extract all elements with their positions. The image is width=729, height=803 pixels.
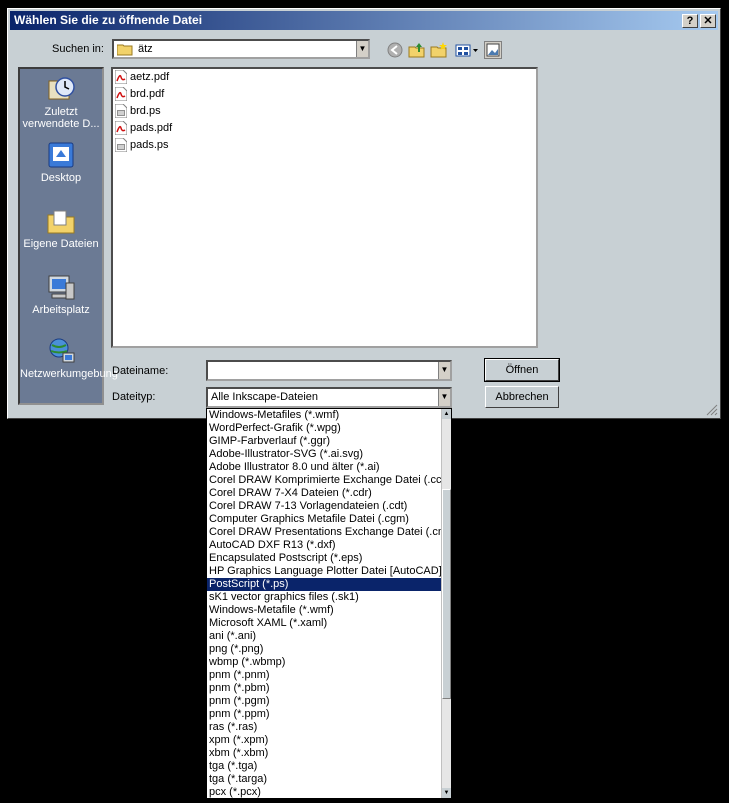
list-item[interactable]: pads.ps [114,137,169,153]
filetype-option[interactable]: Adobe Illustrator 8.0 und älter (*.ai) [207,461,441,474]
scroll-up-icon[interactable]: ▲ [442,409,451,419]
filetype-option[interactable]: Corel DRAW 7-13 Vorlagendateien (.cdt) [207,500,441,513]
chevron-down-icon[interactable]: ▼ [356,41,368,57]
filetype-option[interactable]: xpm (*.xpm) [207,734,441,747]
filetype-option[interactable]: wbmp (*.wbmp) [207,656,441,669]
place-label: Zuletzt verwendete D... [22,106,100,130]
filetype-option[interactable]: Windows-Metafiles (*.wmf) [207,409,441,422]
file-name: pads.ps [130,139,169,151]
dropdown-scrollbar[interactable]: ▲ ▼ [441,409,451,798]
pdf-icon [114,86,128,102]
filetype-option[interactable]: pnm (*.pgm) [207,695,441,708]
chevron-down-icon[interactable]: ▼ [438,362,450,379]
filetype-option[interactable]: PostScript (*.ps) [207,578,441,591]
filetype-option[interactable]: AutoCAD DXF R13 (*.dxf) [207,539,441,552]
list-item[interactable]: pads.pdf [114,120,173,136]
pdf-icon [114,120,128,136]
file-name: brd.ps [130,105,161,117]
filetype-option[interactable]: WordPerfect-Grafik (*.wpg) [207,422,441,435]
lookin-label: Suchen in: [52,43,104,55]
close-button[interactable]: ✕ [700,14,716,28]
file-name: aetz.pdf [130,71,170,83]
filetype-option[interactable]: png (*.png) [207,643,441,656]
filetype-value: Alle Inkscape-Dateien [211,391,319,403]
list-item[interactable]: aetz.pdf [114,69,170,85]
file-name: brd.pdf [130,88,165,100]
recent-icon [46,75,76,103]
filetype-option[interactable]: Corel DRAW Presentations Exchange Datei … [207,526,441,539]
places-bar: Zuletzt verwendete D... Desktop Eigene D… [18,67,118,405]
filetype-label: Dateityp: [112,391,156,403]
filetype-option[interactable]: Windows-Metafile (*.wmf) [207,604,441,617]
network-icon [46,337,76,365]
filename-combo[interactable]: ▼ [206,360,452,381]
filetype-option[interactable]: Corel DRAW Komprimierte Exchange Datei (… [207,474,441,487]
place-label: Eigene Dateien [23,238,99,250]
ps-icon [114,137,128,153]
filetype-option[interactable]: GIMP-Farbverlauf (*.ggr) [207,435,441,448]
title-bar: Wählen Sie die zu öffnende Datei ? ✕ [10,11,718,30]
filetype-option[interactable]: Encapsulated Postscript (*.eps) [207,552,441,565]
filetype-option[interactable]: xbm (*.xbm) [207,747,441,760]
pdf-icon [114,69,128,85]
filetype-option[interactable]: tga (*.tga) [207,760,441,773]
file-list[interactable]: aetz.pdf brd.pdf brd.ps pads.pdf pads.ps [111,67,538,348]
filetype-option[interactable]: sK1 vector graphics files (.sk1) [207,591,441,604]
filename-label: Dateiname: [112,365,169,377]
place-network[interactable]: Netzwerkumgebung [20,337,118,380]
file-open-dialog: Wählen Sie die zu öffnende Datei ? ✕ Suc… [7,8,721,419]
help-button[interactable]: ? [682,14,698,28]
lookin-value: ätz [138,43,153,55]
filetype-option[interactable]: pnm (*.pbm) [207,682,441,695]
place-my-documents[interactable]: Eigene Dateien [20,207,102,250]
list-item[interactable]: brd.ps [114,103,161,119]
scroll-down-icon[interactable]: ▼ [442,788,451,798]
list-item[interactable]: brd.pdf [114,86,165,102]
desktop-icon [46,141,76,169]
place-label: Netzwerkumgebung [20,368,118,380]
preview-toggle-icon[interactable] [484,41,502,59]
open-button[interactable]: Öffnen [484,358,560,382]
filetype-option[interactable]: pcx (*.pcx) [207,786,441,798]
chevron-down-icon[interactable]: ▼ [438,389,450,406]
filetype-option[interactable]: pnm (*.pnm) [207,669,441,682]
place-my-computer[interactable]: Arbeitsplatz [20,273,102,316]
my-computer-icon [46,273,76,301]
folder-icon [116,43,133,59]
place-desktop[interactable]: Desktop [20,141,102,184]
filetype-option[interactable]: Adobe-Illustrator-SVG (*.ai.svg) [207,448,441,461]
scroll-thumb[interactable] [442,489,451,699]
file-name: pads.pdf [130,122,173,134]
resize-grip-icon[interactable] [706,404,718,416]
filetype-option[interactable]: ras (*.ras) [207,721,441,734]
dialog-title: Wählen Sie die zu öffnende Datei [14,13,203,27]
filetype-combo[interactable]: Alle Inkscape-Dateien ▼ [206,387,452,408]
ps-icon [114,103,128,119]
place-label: Desktop [40,172,82,184]
filetype-option[interactable]: HP Graphics Language Plotter Datei [Auto… [207,565,441,578]
place-recent[interactable]: Zuletzt verwendete D... [20,75,102,130]
cancel-button[interactable]: Abbrechen [485,386,559,408]
place-label: Arbeitsplatz [32,304,90,316]
lookin-combo[interactable]: ätz ▼ [112,39,370,59]
filetype-option[interactable]: Corel DRAW 7-X4 Dateien (*.cdr) [207,487,441,500]
filetype-option[interactable]: ani (*.ani) [207,630,441,643]
filetype-option[interactable]: tga (*.targa) [207,773,441,786]
filetype-dropdown-list[interactable]: Windows-Metafiles (*.wmf) WordPerfect-Gra… [206,408,452,799]
my-documents-icon [46,207,76,235]
filetype-option[interactable]: Computer Graphics Metafile Datei (.cgm) [207,513,441,526]
up-folder-icon[interactable] [408,41,426,59]
back-icon[interactable] [386,41,404,59]
view-menu-icon[interactable] [454,41,480,59]
filetype-option[interactable]: Microsoft XAML (*.xaml) [207,617,441,630]
new-folder-icon[interactable] [430,41,448,59]
filetype-options: Windows-Metafiles (*.wmf) WordPerfect-Gra… [207,409,451,798]
filetype-option[interactable]: pnm (*.ppm) [207,708,441,721]
